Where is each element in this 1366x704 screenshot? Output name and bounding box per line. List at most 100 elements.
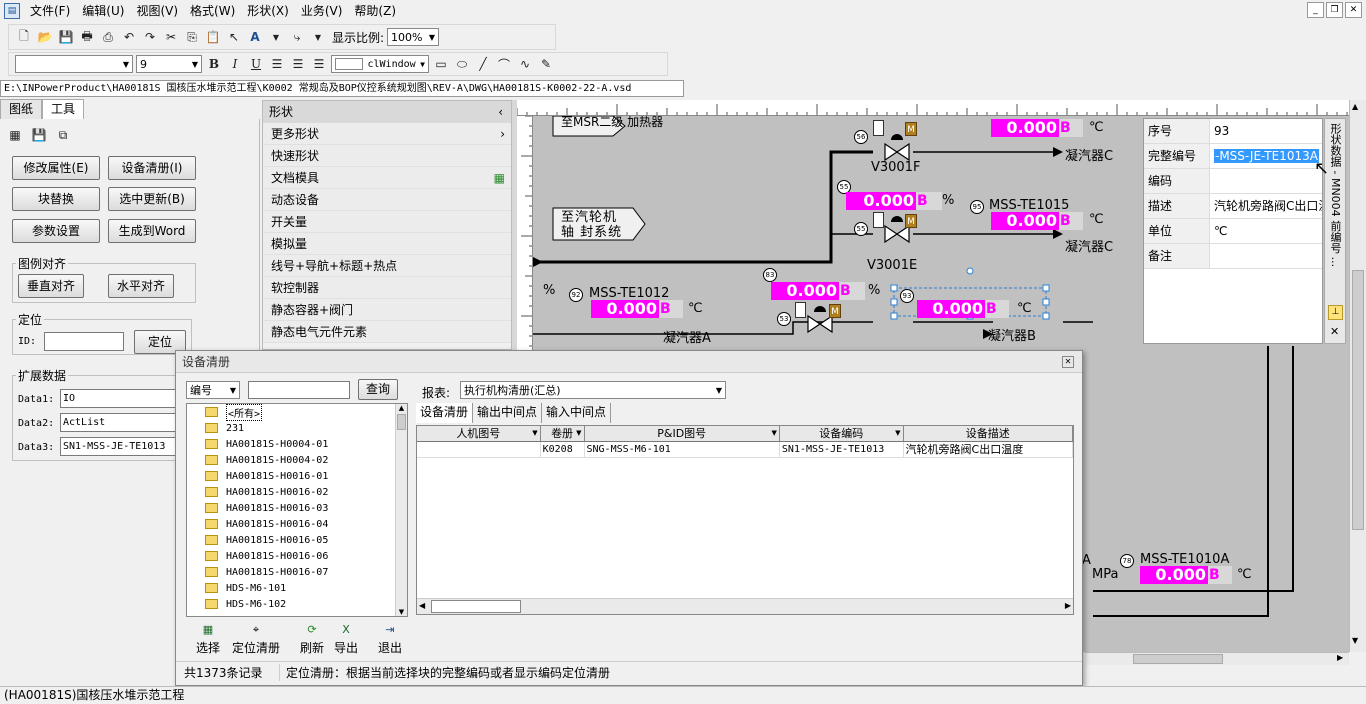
document-app-icon[interactable]: ▤ [4, 3, 20, 19]
tree-item[interactable]: HA00181S-H0016-07 [187, 564, 407, 580]
prop-row[interactable]: 完整编号 -MSS-JE-TE1013A [1144, 144, 1322, 169]
print-preview-icon[interactable]: 🖶 [78, 28, 96, 46]
menu-business[interactable]: 业务(V) [295, 1, 349, 21]
horizontal-align-button[interactable]: 水平对齐 [108, 274, 174, 298]
undo-icon[interactable]: ↶ [120, 28, 138, 46]
tag-93[interactable]: 93 [900, 289, 914, 303]
tag-53[interactable]: 53 [777, 312, 791, 326]
menu-view[interactable]: 视图(V) [130, 1, 184, 21]
menu-format[interactable]: 格式(W) [184, 1, 241, 21]
col-device-code[interactable]: 设备编码 ▼ [780, 426, 904, 441]
data3-field[interactable]: SN1-MSS-JE-TE1013 [60, 437, 176, 456]
data1-field[interactable]: IO [60, 389, 176, 408]
prop-row[interactable]: 备注 [1144, 244, 1322, 269]
align-right-icon[interactable]: ☰ [310, 55, 328, 73]
export-button[interactable]: X 导出 [334, 623, 358, 657]
device-list-button[interactable]: 设备清册(I) [108, 156, 196, 180]
chevron-down-icon[interactable]: ▼ [1352, 636, 1358, 645]
tag-55b[interactable]: 55 [854, 222, 868, 236]
chevron-down-icon[interactable]: ▼ [309, 28, 327, 46]
full-code-value[interactable]: -MSS-JE-TE1013A [1214, 149, 1319, 163]
print-icon[interactable]: ⎙ [99, 28, 117, 46]
tag-92[interactable]: 92 [569, 288, 583, 302]
save-icon[interactable]: 💾 [57, 28, 75, 46]
tree-item[interactable]: HA00181S-H0016-02 [187, 484, 407, 500]
report-select[interactable]: 执行机构清册(汇总) ▼ [460, 381, 726, 399]
align-center-icon[interactable]: ☰ [289, 55, 307, 73]
scroll-thumb[interactable] [431, 600, 521, 613]
tag-56[interactable]: 56 [854, 130, 868, 144]
id-input[interactable] [44, 332, 124, 351]
shape-item-digital[interactable]: 开关量 [263, 211, 511, 233]
tree-item[interactable]: HA00181S-H0016-04 [187, 516, 407, 532]
tag-95[interactable]: 95 [970, 200, 984, 214]
tree-item[interactable]: HA00181S-H0004-01 [187, 436, 407, 452]
align-left-icon[interactable]: ☰ [268, 55, 286, 73]
scroll-thumb[interactable] [397, 414, 406, 430]
ellipse-icon[interactable]: ⬭ [453, 55, 471, 73]
col-volume[interactable]: 卷册 ▼ [541, 426, 585, 441]
shape-item-dynamic[interactable]: 动态设备 [263, 189, 511, 211]
tree-item[interactable]: HDS-M6-102 [187, 596, 407, 612]
msr-heater-label[interactable]: 至MSR二级 加热器 [561, 116, 663, 128]
zoom-select[interactable]: 100% ▼ [387, 28, 440, 46]
value-display[interactable]: 0.000 [991, 119, 1059, 137]
value-display-selected[interactable]: 0.000 [917, 300, 985, 318]
selected-update-button[interactable]: 选中更新(B) [108, 187, 196, 211]
tab-tools[interactable]: 工具 [42, 99, 85, 119]
value-display[interactable]: 0.000 [846, 192, 916, 210]
minimize-icon[interactable]: _ [1307, 2, 1324, 18]
shape-data-side-tab[interactable]: 形状数据 - MN004 前编号 ... ⊥ ✕ [1324, 118, 1346, 344]
paste-icon[interactable]: 📋 [204, 28, 222, 46]
seal-system-label[interactable]: 至汽轮机轴 封系统 [561, 210, 627, 240]
vertical-align-button[interactable]: 垂直对齐 [18, 274, 84, 298]
shape-item-quick[interactable]: 快速形状 [263, 145, 511, 167]
chevron-down-icon[interactable]: ▼ [396, 608, 407, 616]
copy-icon[interactable]: ⎘ [183, 28, 201, 46]
shape-item-doc-stencil[interactable]: 文档模具 ▦ [263, 167, 511, 189]
rectangle-icon[interactable]: ▭ [432, 55, 450, 73]
italic-icon[interactable]: I [226, 55, 244, 73]
data2-field[interactable]: ActList [60, 413, 176, 432]
scroll-thumb[interactable] [1133, 654, 1223, 664]
table-row[interactable]: K0208 SNG-MSS-M6-101 SN1-MSS-JE-TE1013 汽… [417, 442, 1073, 458]
modify-properties-button[interactable]: 修改属性(E) [12, 156, 100, 180]
close-icon[interactable]: ✕ [1330, 325, 1339, 338]
chevron-down-icon[interactable]: ▼ [895, 426, 900, 441]
chevron-left-icon[interactable]: ◀ [419, 601, 425, 610]
open-folder-icon[interactable]: 📂 [36, 28, 54, 46]
tab-output-points[interactable]: 输出中间点 [473, 403, 543, 423]
col-hmi-drawing[interactable]: 人机图号 ▼ [417, 426, 541, 441]
tag-83[interactable]: 83 [763, 268, 777, 282]
shape-item-wire[interactable]: 线号+导航+标题+热点 [263, 255, 511, 277]
pencil-icon[interactable]: ✎ [537, 55, 555, 73]
font-size-select[interactable]: 9 ▼ [136, 55, 202, 73]
tree-item[interactable]: HA00181S-H0004-02 [187, 452, 407, 468]
tree-item[interactable]: 231 [187, 420, 407, 436]
chevron-down-icon[interactable]: ▼ [576, 426, 581, 441]
connector-tool-icon[interactable]: ⤷ [288, 28, 306, 46]
menu-edit[interactable]: 编辑(U) [76, 1, 130, 21]
refresh-button[interactable]: ⟳ 刷新 [300, 623, 324, 657]
tree-item[interactable]: HA00181S-H0016-01 [187, 468, 407, 484]
tree-item[interactable]: HDS-M6-101 [187, 580, 407, 596]
text-tool-icon[interactable]: A [246, 28, 264, 46]
shape-item-static-vessel[interactable]: 静态容器+阀门 [263, 299, 511, 321]
fill-color-select[interactable]: clWindow ▼ [331, 55, 429, 73]
chevron-right-icon[interactable]: ▶ [1337, 653, 1343, 662]
valve-v3001e[interactable]: V3001E [867, 258, 917, 273]
tree-item[interactable]: <所有> [187, 404, 407, 421]
chevron-down-icon[interactable]: ▼ [532, 426, 537, 441]
col-device-desc[interactable]: 设备描述 [904, 426, 1073, 441]
shape-item-soft-controller[interactable]: 软控制器 [263, 277, 511, 299]
param-settings-button[interactable]: 参数设置 [12, 219, 100, 243]
menu-file[interactable]: 文件(F) [24, 1, 76, 21]
tree-scrollbar[interactable]: ▲ ▼ [395, 404, 407, 616]
shape-item-more[interactable]: 更多形状 › [263, 123, 511, 145]
chevron-left-icon[interactable]: ‹ [498, 101, 503, 123]
close-icon[interactable]: ✕ [1062, 356, 1074, 368]
shapes-header[interactable]: 形状 ‹ [263, 101, 511, 123]
block-replace-button[interactable]: 块替换 [12, 187, 100, 211]
prop-row[interactable]: 描述 汽轮机旁路阀C出口温 [1144, 194, 1322, 219]
line-icon[interactable]: ╱ [474, 55, 492, 73]
